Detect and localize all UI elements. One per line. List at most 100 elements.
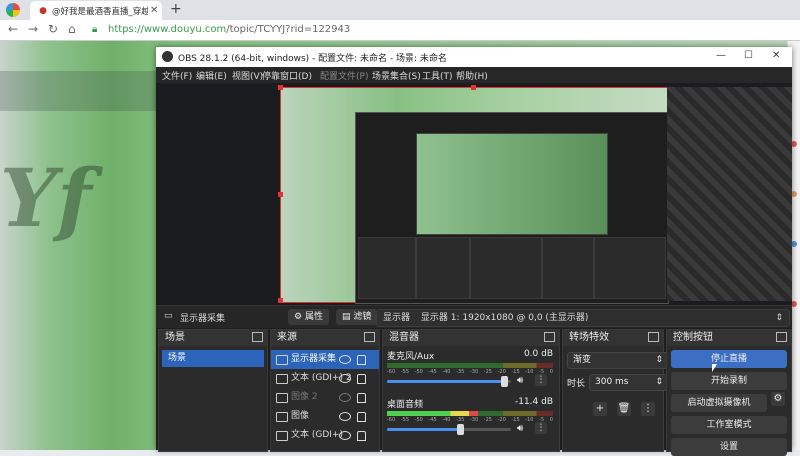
menu-view[interactable]: 视图(V) bbox=[232, 69, 263, 82]
visibility-icon[interactable] bbox=[339, 374, 351, 383]
tick-label: -50 bbox=[414, 417, 423, 423]
tick-label: 0 bbox=[549, 417, 553, 423]
menu-help[interactable]: 帮助(H) bbox=[456, 69, 488, 82]
undock-icon[interactable] bbox=[544, 332, 555, 342]
menu-tools[interactable]: 工具(T) bbox=[422, 69, 453, 82]
tick-label: -20 bbox=[497, 417, 506, 423]
visibility-icon[interactable] bbox=[339, 355, 351, 364]
scenes-dock: 场景 场景 bbox=[158, 329, 268, 452]
preview-area[interactable] bbox=[156, 83, 792, 305]
reload-icon[interactable]: ↻ bbox=[48, 22, 58, 36]
scene-item[interactable]: 场景 bbox=[162, 350, 264, 367]
tick-label: -45 bbox=[428, 417, 437, 423]
menu-docks[interactable]: 停靠窗口(D) bbox=[262, 69, 312, 82]
new-tab-icon[interactable]: + bbox=[170, 1, 182, 17]
transition-select[interactable]: 渐变 ⇕ bbox=[567, 352, 668, 369]
speaker-icon[interactable]: 🔊︎ bbox=[517, 423, 523, 434]
sources-title: 来源 bbox=[277, 332, 297, 343]
menu-profile[interactable]: 配置文件(P) bbox=[320, 69, 368, 82]
menu-scene-collection[interactable]: 场景集合(S) bbox=[372, 69, 421, 82]
resize-handle[interactable] bbox=[278, 192, 283, 197]
tick-label: -35 bbox=[456, 417, 465, 423]
browser-logo-icon[interactable] bbox=[6, 3, 20, 17]
lock-icon[interactable] bbox=[357, 374, 366, 384]
undock-icon[interactable] bbox=[252, 332, 263, 342]
lock-icon[interactable] bbox=[357, 393, 366, 403]
more-options-icon[interactable]: ⋮ bbox=[535, 374, 547, 386]
add-icon[interactable]: + bbox=[593, 402, 607, 416]
menu-file[interactable]: 文件(F) bbox=[162, 69, 192, 82]
controls-dock: 控制按钮 停止直播 开始录制 启动虚拟摄像机 工作室模式 设置 ⚙ bbox=[666, 329, 792, 456]
minimize-icon[interactable]: — bbox=[716, 50, 726, 61]
display-select[interactable]: 显示器 显示器 1: 1920x1080 @ 0,0 (主显示器) ⇕ bbox=[376, 309, 790, 327]
more-options-icon[interactable]: ⋮ bbox=[641, 402, 655, 416]
back-icon[interactable]: ← bbox=[8, 22, 18, 36]
stop-streaming-button[interactable]: 停止直播 bbox=[671, 350, 787, 368]
start-recording-button[interactable]: 开始录制 bbox=[671, 372, 787, 390]
visibility-icon[interactable] bbox=[339, 431, 351, 440]
mixer-channel: 桌面音频 -11.4 dB -60 -55 -50 -45 -40 -35 -30 -25 -2… bbox=[383, 394, 559, 442]
visibility-icon[interactable] bbox=[339, 412, 351, 421]
selected-source-name: 显示器采集 bbox=[180, 314, 226, 324]
tab-title: @好我是最酒香直播_穿越火线 bbox=[52, 6, 148, 17]
browser-tab[interactable]: ● @好我是最酒香直播_穿越火线 ✕ bbox=[30, 1, 162, 20]
lock-icon[interactable] bbox=[357, 355, 366, 365]
volume-meter bbox=[387, 411, 553, 416]
hidden-icon[interactable] bbox=[339, 393, 351, 402]
source-item[interactable]: 图像 bbox=[271, 407, 379, 426]
maximize-icon[interactable]: ☐ bbox=[744, 50, 753, 61]
monitor-icon bbox=[276, 355, 288, 365]
display-value: 显示器 1: 1920x1080 @ 0,0 (主显示器) bbox=[420, 313, 589, 323]
source-item[interactable]: 文本 (GDI+) bbox=[271, 426, 379, 445]
resize-handle[interactable] bbox=[278, 85, 283, 90]
obs-window-title: OBS 28.1.2 (64-bit, windows) - 配置文件: 未命名… bbox=[178, 54, 447, 64]
close-tab-icon[interactable]: ✕ bbox=[150, 5, 158, 16]
lock-icon[interactable] bbox=[357, 412, 366, 422]
more-options-icon[interactable]: ⋮ bbox=[535, 422, 547, 434]
lock-icon[interactable]: 🔒︎ bbox=[92, 24, 102, 35]
tick-label: -25 bbox=[483, 417, 492, 423]
lock-icon[interactable] bbox=[357, 431, 366, 441]
properties-button[interactable]: ⚙ 属性 bbox=[288, 309, 329, 325]
start-virtual-camera-button[interactable]: 启动虚拟摄像机 bbox=[671, 394, 767, 412]
resize-handle[interactable] bbox=[278, 298, 283, 303]
filters-button[interactable]: ▤ 滤镜 bbox=[336, 309, 378, 325]
duration-field[interactable]: 300 ms ⇕ bbox=[589, 374, 668, 391]
speaker-icon[interactable]: 🔊︎ bbox=[517, 375, 523, 386]
mixer-dock: 混音器 麦克风/Aux 0.0 dB -60 -55 -50 -45 -40 -35 -30… bbox=[382, 329, 560, 452]
tick-label: -60 bbox=[387, 417, 396, 423]
updown-icon: ⇕ bbox=[775, 313, 783, 323]
out-of-bounds-area bbox=[667, 87, 792, 301]
sources-dock: 来源 显示器采集 文本 (GDI+) 2 图像 2 图像 文本 (GDI+) bbox=[270, 329, 380, 452]
undock-icon[interactable] bbox=[776, 332, 787, 342]
studio-mode-button[interactable]: 工作室模式 bbox=[671, 416, 787, 434]
tick-label: -30 bbox=[469, 417, 479, 423]
url-field[interactable]: https://www.douyu.com/topic/TCYYJ?rid=12… bbox=[108, 24, 350, 35]
volume-slider[interactable] bbox=[387, 376, 511, 387]
url-scheme: https:// bbox=[108, 24, 144, 35]
recursive-preview-image bbox=[355, 112, 669, 304]
home-icon[interactable]: ⌂ bbox=[68, 22, 76, 36]
undock-icon[interactable] bbox=[648, 332, 659, 342]
channel-name: 麦克风/Aux bbox=[387, 352, 435, 362]
tick-label: -60 bbox=[387, 369, 396, 375]
virtual-camera-settings-icon[interactable]: ⚙ bbox=[771, 392, 785, 406]
obs-title-bar[interactable]: OBS 28.1.2 (64-bit, windows) - 配置文件: 未命名… bbox=[156, 47, 792, 67]
resize-handle[interactable] bbox=[471, 85, 476, 90]
source-item[interactable]: 文本 (GDI+) 2 bbox=[271, 369, 379, 388]
settings-button[interactable]: 设置 bbox=[671, 438, 787, 456]
source-item[interactable]: 图像 2 bbox=[271, 388, 379, 407]
channel-db: 0.0 dB bbox=[523, 349, 553, 359]
volume-slider[interactable] bbox=[387, 424, 511, 435]
undock-icon[interactable] bbox=[364, 332, 375, 342]
image-icon bbox=[276, 393, 288, 403]
transitions-title: 转场特效 bbox=[569, 332, 609, 343]
source-item[interactable]: 显示器采集 bbox=[271, 350, 379, 369]
trash-icon[interactable]: 🗑︎ bbox=[617, 402, 631, 416]
obs-menu-bar: 文件(F) 编辑(E) 视图(V) 停靠窗口(D) 配置文件(P) 场景集合(S… bbox=[156, 67, 792, 83]
close-window-icon[interactable]: ✕ bbox=[772, 50, 780, 61]
menu-edit[interactable]: 编辑(E) bbox=[196, 69, 227, 82]
tick-label: -10 bbox=[525, 369, 534, 375]
preview-canvas[interactable] bbox=[278, 85, 669, 304]
forward-icon[interactable]: → bbox=[28, 22, 38, 36]
